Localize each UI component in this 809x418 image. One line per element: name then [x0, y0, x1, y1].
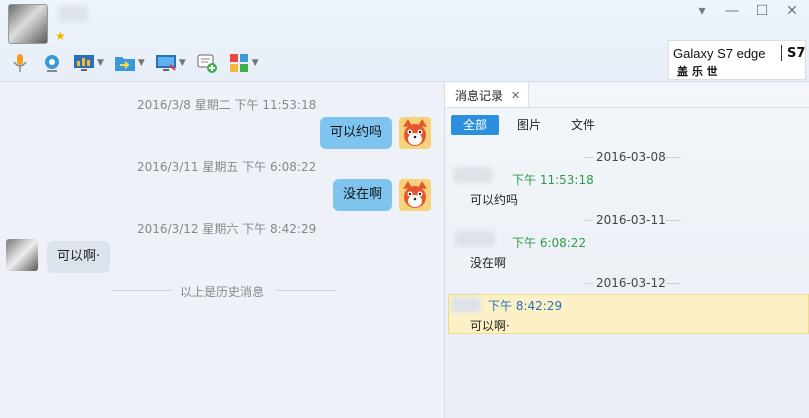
my-avatar[interactable]	[399, 179, 431, 211]
history-label: 以上是历史消息	[180, 285, 265, 299]
history-message[interactable]: 可以啊·	[470, 317, 510, 334]
date-line	[665, 220, 681, 221]
history-date: 2016-03-11	[596, 213, 666, 227]
close-icon[interactable]: ✕	[511, 89, 520, 102]
message-timestamp: 2016/3/8 星期二 下午 11:53:18	[137, 98, 317, 112]
file-transfer-button[interactable]: ▼	[111, 50, 148, 76]
sender-name-blurred	[455, 231, 495, 247]
window-controls: ▾ — ☐ ✕	[693, 3, 801, 19]
voice-call-button[interactable]	[6, 50, 34, 76]
maximize-icon[interactable]: ☐	[753, 3, 771, 19]
contact-avatar[interactable]	[6, 239, 38, 271]
sender-name-blurred	[451, 297, 481, 313]
message-bubble[interactable]: 可以啊·	[47, 241, 111, 273]
apps-button[interactable]: ▼	[225, 50, 262, 76]
history-time: 下午 11:53:18	[512, 173, 594, 187]
history-message[interactable]: 没在啊	[470, 254, 506, 271]
top-bar: ★ ▾ — ☐ ✕ ▼ ▼ ▼ ▼ Galaxy S7 edge S7 盖 乐 …	[0, 0, 809, 82]
filter-all[interactable]: 全部	[451, 115, 500, 135]
history-panel: 消息记录 ✕ 全部 图片 文件 2016-03-08 下午 11:53:18 可…	[445, 83, 809, 418]
history-time: 下午 6:08:22	[512, 236, 587, 250]
remote-desktop-button[interactable]: ▼	[152, 50, 189, 76]
ad-title: Galaxy S7 edge	[673, 46, 766, 61]
folder-transfer-icon	[114, 57, 135, 71]
divider	[112, 290, 172, 291]
my-avatar[interactable]	[399, 117, 431, 149]
date-line	[665, 283, 681, 284]
ad-subtitle: 盖 乐 世	[677, 65, 718, 78]
apps-icon	[229, 54, 248, 72]
screen-share-icon	[74, 55, 94, 71]
tab-label: 消息记录	[455, 88, 504, 103]
date-line	[665, 157, 681, 158]
remote-desktop-icon	[155, 55, 176, 71]
history-date: 2016-03-12	[596, 276, 666, 290]
chevron-down-icon[interactable]: ▼	[138, 58, 145, 68]
create-discussion-button[interactable]	[193, 50, 221, 76]
chevron-down-icon[interactable]: ▼	[179, 58, 186, 68]
date-line	[585, 220, 593, 221]
dropdown-menu-icon[interactable]: ▾	[693, 3, 711, 19]
minimize-icon[interactable]: —	[723, 3, 741, 19]
message-bubble[interactable]: 没在啊	[333, 179, 393, 211]
video-call-button[interactable]	[38, 50, 66, 76]
message-timestamp: 2016/3/12 星期六 下午 8:42:29	[137, 222, 317, 236]
filter-images[interactable]: 图片	[505, 115, 553, 135]
close-icon[interactable]: ✕	[783, 3, 801, 19]
chevron-down-icon[interactable]: ▼	[97, 58, 104, 68]
ad-separator	[781, 45, 782, 61]
ad-banner[interactable]: Galaxy S7 edge S7 盖 乐 世	[668, 40, 806, 80]
video-icon	[45, 55, 59, 72]
chat-area[interactable]: 2016/3/8 星期二 下午 11:53:18 可以约吗 2016/3/11 …	[0, 83, 444, 418]
fox-avatar-icon	[399, 117, 431, 149]
history-filters: 全部 图片 文件	[451, 115, 607, 135]
date-line	[585, 157, 593, 158]
chevron-down-icon[interactable]: ▼	[252, 58, 259, 68]
history-message[interactable]: 可以约吗	[470, 191, 518, 208]
contact-name-blurred	[58, 6, 88, 22]
contact-avatar[interactable]	[8, 4, 48, 44]
star-icon: ★	[55, 29, 66, 43]
microphone-icon	[13, 54, 27, 72]
tab-bar-line	[445, 107, 809, 108]
message-timestamp: 2016/3/11 星期五 下午 6:08:22	[137, 160, 317, 174]
tab-message-history[interactable]: 消息记录 ✕	[445, 83, 529, 107]
chat-toolbar: ▼ ▼ ▼ ▼	[6, 50, 262, 76]
filter-files[interactable]: 文件	[559, 115, 607, 135]
date-line	[585, 283, 593, 284]
date-separator: 2016-03-11	[445, 213, 809, 227]
fox-avatar-icon	[399, 179, 431, 211]
history-date: 2016-03-08	[596, 150, 666, 164]
divider	[276, 290, 336, 291]
date-separator: 2016-03-08	[445, 150, 809, 164]
sender-name-blurred	[453, 167, 493, 183]
message-add-icon	[197, 54, 217, 73]
date-separator: 2016-03-12	[445, 276, 809, 290]
message-bubble[interactable]: 可以约吗	[320, 117, 393, 149]
history-time: 下午 8:42:29	[488, 299, 563, 313]
screen-share-button[interactable]: ▼	[70, 50, 107, 76]
ad-model: S7	[787, 46, 806, 61]
